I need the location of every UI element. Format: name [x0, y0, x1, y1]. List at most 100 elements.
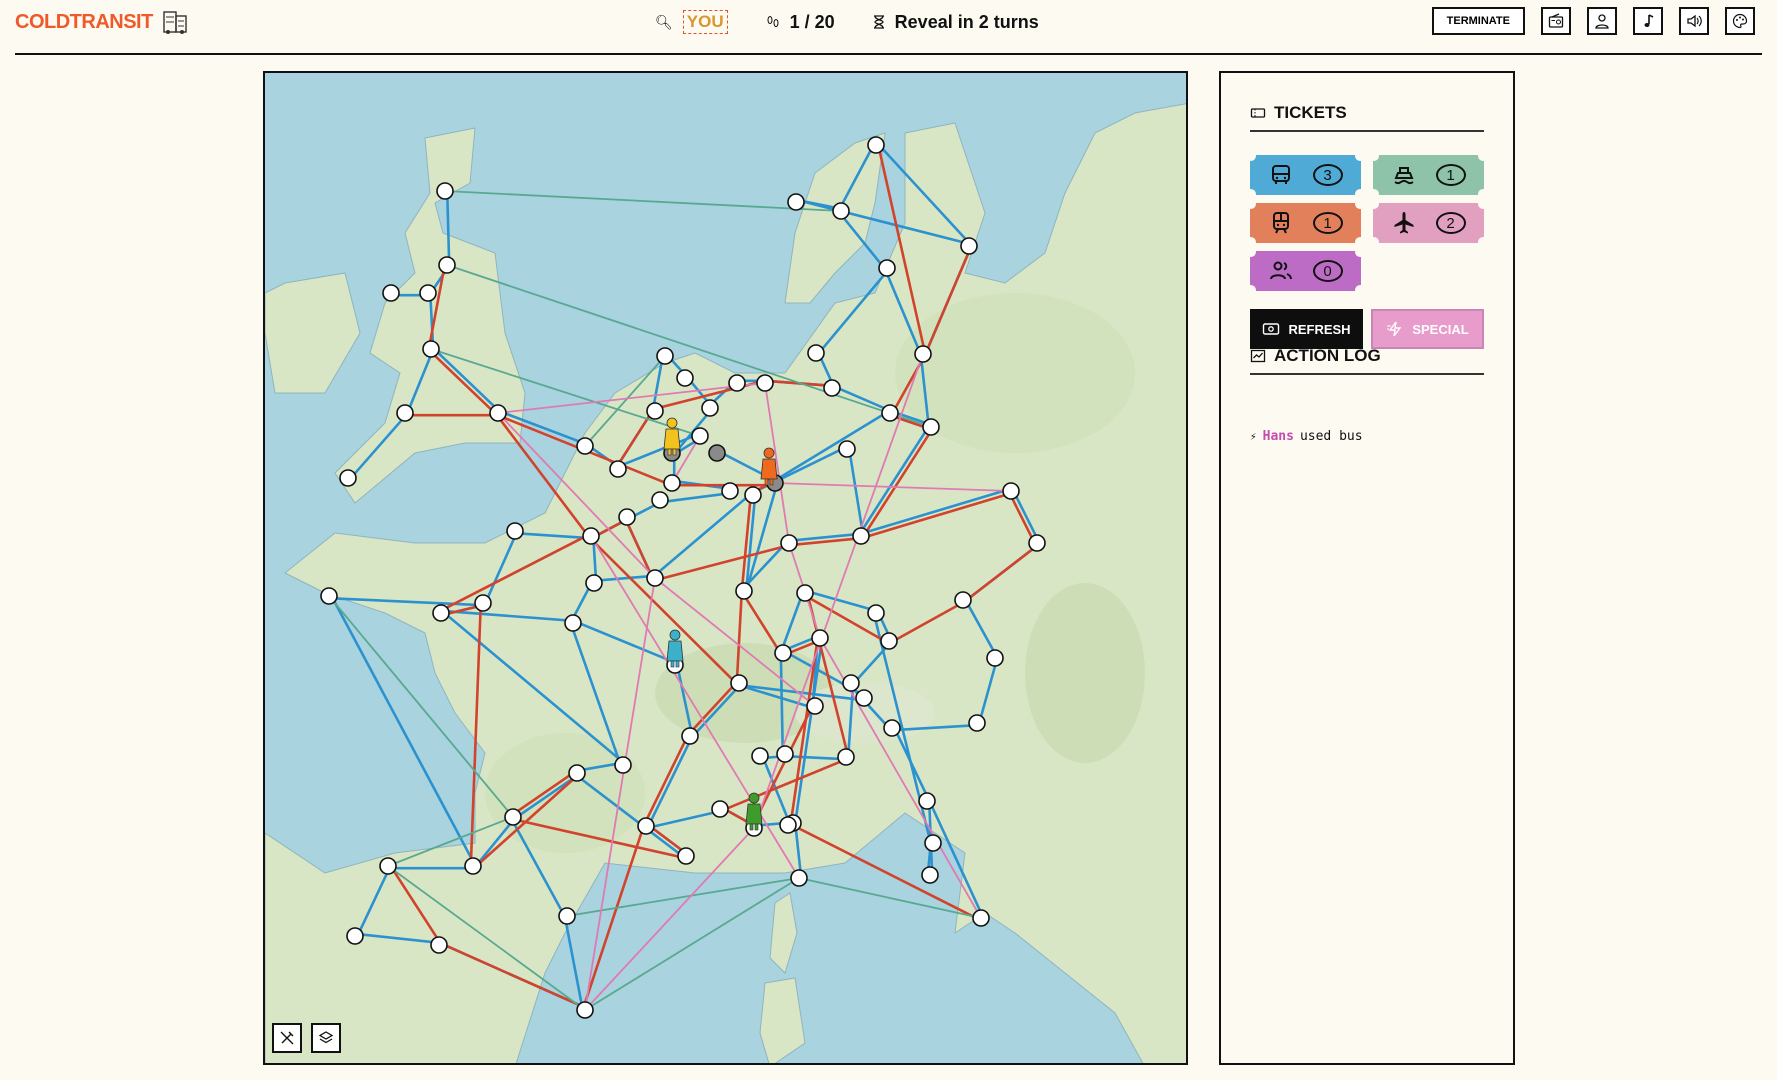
station-node[interactable] [842, 674, 860, 692]
station-node[interactable] [585, 574, 603, 592]
station-node[interactable] [751, 747, 769, 765]
station-node[interactable] [506, 522, 524, 540]
station-node[interactable] [867, 604, 885, 622]
station-node[interactable] [576, 437, 594, 455]
station-node[interactable] [576, 1001, 594, 1019]
station-node[interactable] [711, 800, 729, 818]
station-node[interactable] [646, 569, 664, 587]
ticket-walk[interactable]: 0 [1250, 251, 1361, 291]
station-node[interactable] [568, 764, 586, 782]
ticket-ferry[interactable]: 1 [1373, 155, 1484, 195]
station-node[interactable] [968, 714, 986, 732]
station-node[interactable] [691, 427, 709, 445]
station-node[interactable] [651, 491, 669, 509]
station-node[interactable] [776, 745, 794, 763]
station-node[interactable] [880, 632, 898, 650]
map-canvas[interactable] [265, 73, 1188, 1065]
station-node[interactable] [838, 440, 856, 458]
special-button[interactable]: SPECIAL [1371, 309, 1484, 349]
station-node[interactable] [618, 508, 636, 526]
station-node[interactable] [474, 594, 492, 612]
profile-button[interactable] [1587, 7, 1617, 35]
station-node[interactable] [774, 644, 792, 662]
station-node[interactable] [780, 534, 798, 552]
station-node[interactable] [855, 689, 873, 707]
station-node[interactable] [807, 344, 825, 362]
station-node[interactable] [852, 527, 870, 545]
ticket-bus[interactable]: 3 [1250, 155, 1361, 195]
station-node[interactable] [656, 347, 674, 365]
music-button[interactable] [1633, 7, 1663, 35]
station-node[interactable] [878, 259, 896, 277]
station-node[interactable] [867, 136, 885, 154]
station-node[interactable] [1002, 482, 1020, 500]
station-node[interactable] [1028, 534, 1046, 552]
station-node[interactable] [796, 584, 814, 602]
layers-button[interactable] [311, 1023, 341, 1053]
station-node[interactable] [918, 792, 936, 810]
terminate-button[interactable]: TERMINATE [1431, 7, 1525, 35]
station-node[interactable] [730, 674, 748, 692]
station-node[interactable] [489, 404, 507, 422]
station-node[interactable] [609, 460, 627, 478]
station-node[interactable] [960, 237, 978, 255]
station-node[interactable] [921, 866, 939, 884]
station-node[interactable] [811, 629, 829, 647]
station-node[interactable] [436, 182, 454, 200]
station-node[interactable] [823, 379, 841, 397]
station-node[interactable] [464, 857, 482, 875]
station-node[interactable] [954, 591, 972, 609]
ticket-flight[interactable]: 2 [1373, 203, 1484, 243]
station-node[interactable] [701, 399, 719, 417]
station-node[interactable] [396, 404, 414, 422]
station-node[interactable] [676, 369, 694, 387]
station-node[interactable] [346, 927, 364, 945]
station-node[interactable] [422, 340, 440, 358]
radio-button[interactable] [1541, 7, 1571, 35]
station-node[interactable] [914, 345, 932, 363]
station-node[interactable] [558, 907, 576, 925]
station-node[interactable] [681, 727, 699, 745]
station-node[interactable] [721, 482, 739, 500]
station-node[interactable] [382, 284, 400, 302]
station-node[interactable] [582, 527, 600, 545]
station-node[interactable] [883, 719, 901, 737]
station-node[interactable] [728, 374, 746, 392]
station-node[interactable] [972, 909, 990, 927]
station-node[interactable] [663, 474, 681, 492]
station-node[interactable] [646, 402, 664, 420]
station-node[interactable] [744, 486, 762, 504]
station-node[interactable] [881, 404, 899, 422]
station-node[interactable] [779, 816, 797, 834]
station-node[interactable] [787, 193, 805, 211]
station-node[interactable] [677, 847, 695, 865]
station-node[interactable] [419, 284, 437, 302]
station-node[interactable] [432, 604, 450, 622]
station-node[interactable] [837, 748, 855, 766]
station-node[interactable] [922, 418, 940, 436]
station-node[interactable] [637, 817, 655, 835]
volume-button[interactable] [1679, 7, 1709, 35]
station-node[interactable] [430, 936, 448, 954]
ticket-train[interactable]: 1 [1250, 203, 1361, 243]
station-node[interactable] [339, 469, 357, 487]
station-node[interactable] [379, 857, 397, 875]
station-node[interactable] [708, 444, 726, 462]
station-node[interactable] [564, 614, 582, 632]
station-node[interactable] [614, 756, 632, 774]
disable-tool-button[interactable] [272, 1023, 302, 1053]
station-node[interactable] [320, 587, 338, 605]
game-map[interactable] [263, 71, 1188, 1065]
station-node[interactable] [832, 202, 850, 220]
theme-button[interactable] [1725, 7, 1755, 35]
station-node[interactable] [504, 808, 522, 826]
station-node[interactable] [735, 582, 753, 600]
station-node[interactable] [756, 374, 774, 392]
app-logo[interactable]: COLDTRANSIT [15, 8, 189, 36]
station-node[interactable] [986, 649, 1004, 667]
station-node[interactable] [438, 256, 456, 274]
station-node[interactable] [806, 697, 824, 715]
station-node[interactable] [924, 834, 942, 852]
station-node[interactable] [790, 869, 808, 887]
refresh-button[interactable]: REFRESH [1250, 309, 1363, 349]
